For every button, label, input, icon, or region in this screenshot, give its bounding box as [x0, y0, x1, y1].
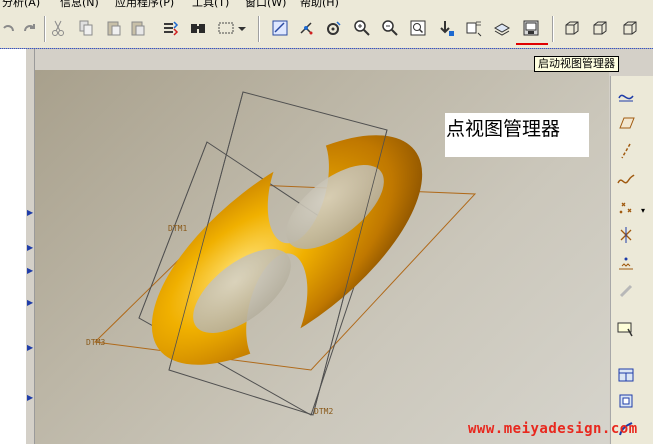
- revolve-button[interactable]: [615, 390, 637, 412]
- datum-label-dtm1[interactable]: DTM1: [168, 224, 187, 233]
- analysis-feature-button[interactable]: [615, 252, 637, 274]
- watermark-url: www.meiyadesign.com: [468, 421, 638, 437]
- sketch-icon: [272, 20, 288, 36]
- regenerate-button[interactable]: [160, 18, 180, 38]
- hidden-line-button[interactable]: [590, 18, 610, 38]
- datum-axis-button[interactable]: [296, 18, 316, 38]
- coordinate-system-icon: [620, 227, 632, 243]
- binoculars-icon: [191, 24, 205, 33]
- expand-arrow-icon[interactable]: ▶: [27, 267, 33, 275]
- copy-button[interactable]: [76, 18, 96, 38]
- copy-icon: [79, 20, 93, 36]
- datum-plane-button[interactable]: [615, 112, 637, 134]
- gold-model[interactable]: [115, 94, 459, 407]
- gear-icon: [327, 21, 341, 35]
- undo-icon: [3, 25, 14, 32]
- annotation-callout: 点视图管理器: [445, 113, 589, 157]
- redo-icon: [24, 24, 35, 32]
- saved-views-button[interactable]: [464, 18, 484, 38]
- no-hidden-button[interactable]: [620, 18, 640, 38]
- zoom-in-button[interactable]: [352, 18, 372, 38]
- link-icon: [619, 284, 633, 298]
- reorient-icon: [440, 21, 454, 36]
- regenerate-icon: [164, 21, 179, 36]
- find-button[interactable]: [188, 18, 208, 38]
- zoom-in-icon: [354, 20, 370, 36]
- menu-help[interactable]: 帮助(H): [300, 0, 339, 8]
- redo-button[interactable]: [20, 18, 40, 38]
- feature-toolbar: ▾: [610, 76, 653, 444]
- toolbar-separator: [258, 16, 260, 42]
- datum-label-dtm3[interactable]: DTM3: [86, 338, 105, 347]
- note-icon: [617, 322, 633, 337]
- datum-point-button[interactable]: [615, 196, 637, 218]
- datum-axis-tool-button[interactable]: [615, 140, 637, 162]
- expand-arrow-icon[interactable]: ▶: [27, 394, 33, 402]
- viewport-header: [35, 49, 609, 70]
- datum-point-icon: [619, 202, 632, 214]
- scissors-icon: [52, 20, 64, 36]
- chevron-down-icon: [238, 27, 246, 31]
- chevron-down-icon[interactable]: ▾: [641, 206, 645, 215]
- menu-tools[interactable]: 工具(T): [192, 0, 229, 8]
- analysis-icon: [619, 257, 633, 270]
- expand-arrow-icon[interactable]: ▶: [27, 299, 33, 307]
- menu-window[interactable]: 窗口(W): [245, 0, 286, 8]
- expand-arrow-icon[interactable]: ▶: [27, 209, 33, 217]
- tooltip: 启动视图管理器: [534, 56, 619, 72]
- refit-button[interactable]: [408, 18, 428, 38]
- view-manager-icon: [523, 20, 539, 36]
- axis-icon: [621, 143, 631, 159]
- datum-curve-icon: [617, 174, 635, 184]
- paste-button[interactable]: [104, 18, 124, 38]
- extrude-icon: [618, 368, 634, 382]
- toolbar-separator: [44, 16, 46, 42]
- menu-info[interactable]: 信息(N): [60, 0, 99, 8]
- layers-button[interactable]: [492, 18, 512, 38]
- paste-icon: [107, 21, 121, 36]
- main-toolbar: [0, 8, 653, 49]
- layers-icon: [493, 23, 511, 36]
- saved-views-icon: [466, 21, 482, 37]
- paste-special-icon: [131, 21, 145, 36]
- wireframe-button[interactable]: [562, 18, 582, 38]
- select-dropdown[interactable]: [236, 18, 248, 38]
- expand-arrow-icon[interactable]: ▶: [27, 244, 33, 252]
- paste-special-button[interactable]: [128, 18, 148, 38]
- select-box-button[interactable]: [216, 18, 236, 38]
- extrude-button[interactable]: [615, 364, 637, 386]
- datum-plane-icon: [619, 117, 635, 129]
- menu-applications[interactable]: 应用程序(P): [115, 0, 174, 8]
- toolbar-separator: [552, 16, 554, 42]
- reorient-button[interactable]: [436, 18, 456, 38]
- coordinate-system-button[interactable]: [615, 224, 637, 246]
- undo-button[interactable]: [0, 18, 18, 38]
- view-manager-button[interactable]: [521, 18, 541, 38]
- refit-icon: [410, 20, 426, 36]
- sketch-curve-button[interactable]: [615, 84, 637, 106]
- datum-axis-icon: [300, 22, 313, 35]
- curve-icon: [618, 94, 634, 102]
- menu-bar: 分析(A) 信息(N) 应用程序(P) 工具(T) 窗口(W) 帮助(H): [0, 0, 653, 8]
- insert-note-button[interactable]: [615, 318, 637, 340]
- sketch-button[interactable]: [270, 18, 290, 38]
- datum-label-dtm2[interactable]: DTM2: [314, 407, 333, 416]
- datum-curve-button[interactable]: [615, 168, 637, 190]
- zoom-out-icon: [382, 20, 398, 36]
- disabled-tool-button[interactable]: [615, 280, 637, 302]
- revolve-icon: [619, 394, 633, 408]
- datum-settings-button[interactable]: [324, 18, 344, 38]
- hidden-line-cube-icon: [593, 21, 607, 35]
- menu-analysis[interactable]: 分析(A): [2, 0, 40, 8]
- expand-arrow-icon[interactable]: ▶: [27, 344, 33, 352]
- cut-button[interactable]: [48, 18, 68, 38]
- zoom-out-button[interactable]: [380, 18, 400, 38]
- select-box-icon: [218, 22, 234, 34]
- no-hidden-cube-icon: [623, 21, 637, 35]
- highlight-underline: [516, 43, 548, 45]
- wireframe-cube-icon: [565, 21, 579, 35]
